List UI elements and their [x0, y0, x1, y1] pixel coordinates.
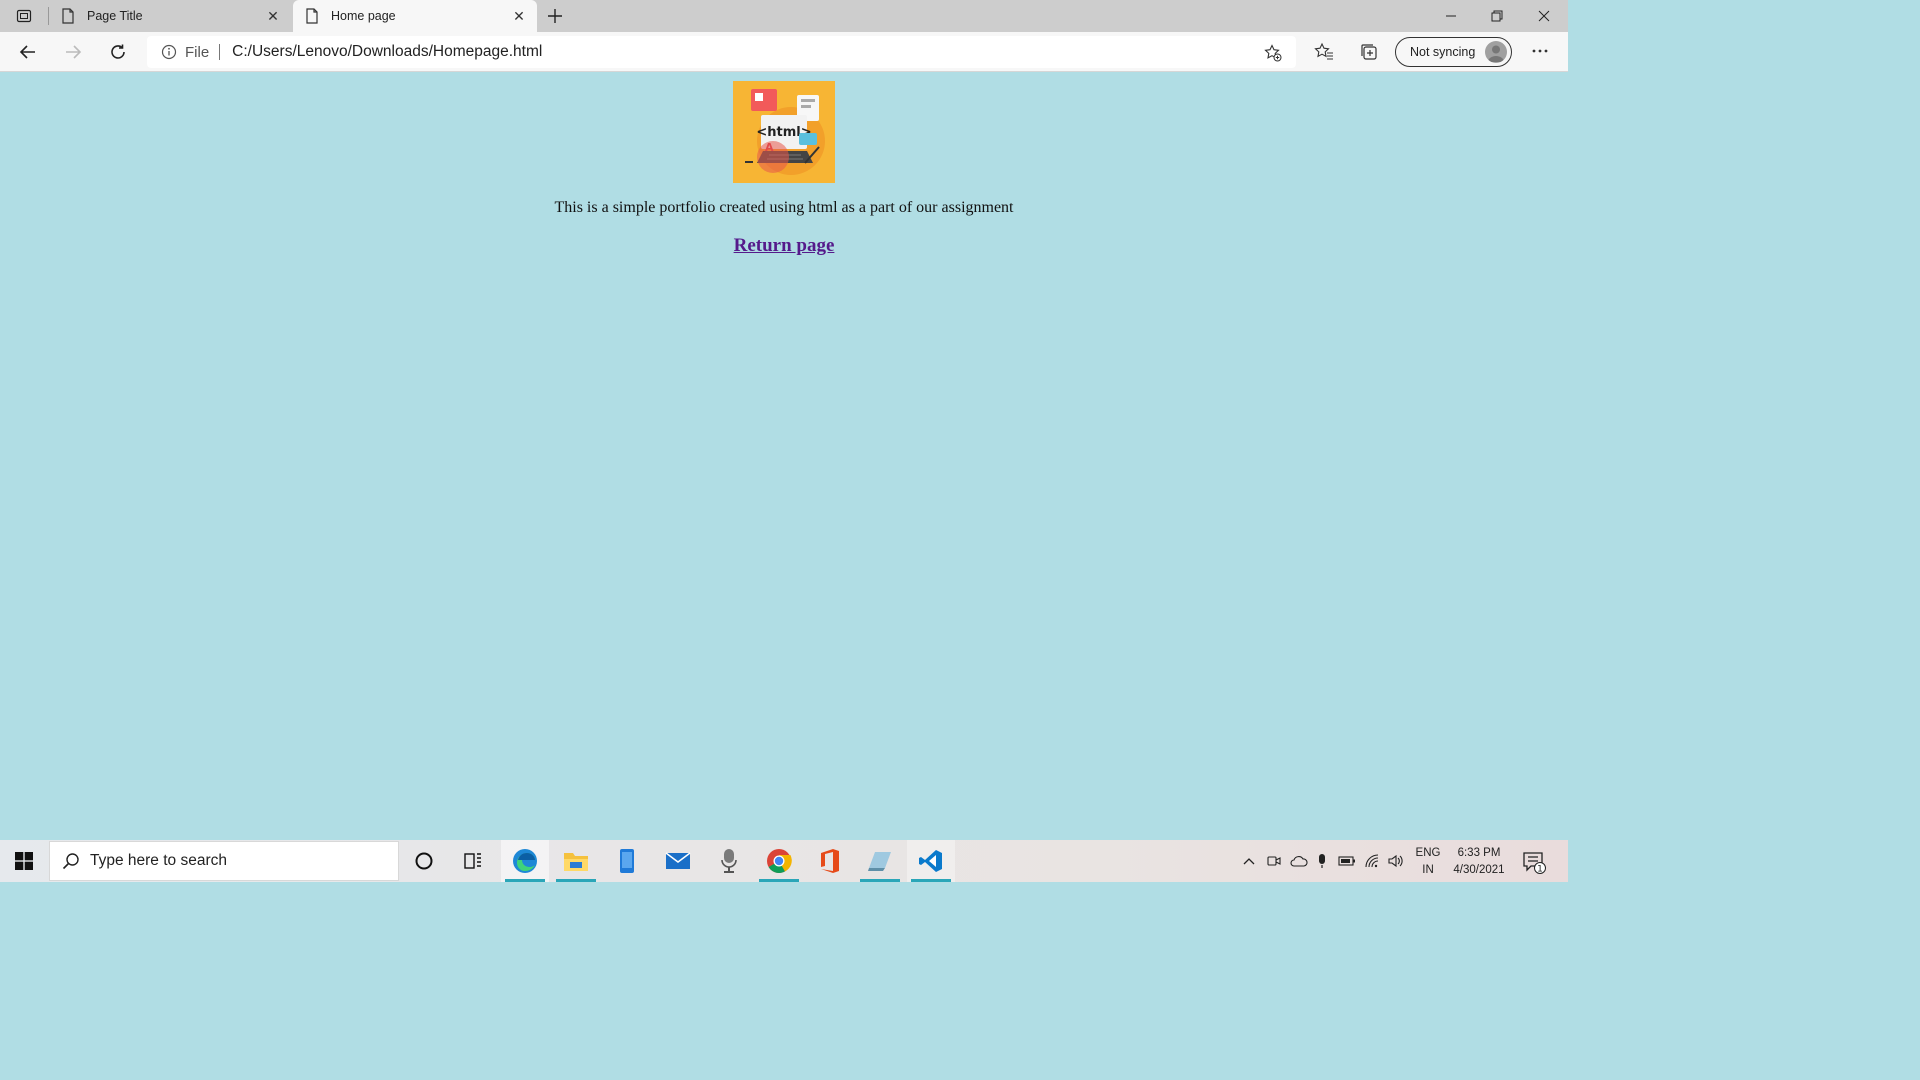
url-text[interactable]: C:/Users/Lenovo/Downloads/Homepage.html — [232, 43, 542, 61]
clock-time: 6:33 PM — [1457, 847, 1501, 859]
refresh-icon[interactable] — [104, 38, 132, 66]
browser-toolbar: File C:/Users/Lenovo/Downloads/Homepage.… — [0, 32, 1568, 72]
page-icon — [61, 8, 77, 24]
close-icon[interactable]: ✕ — [507, 4, 531, 28]
close-window-icon[interactable] — [1521, 0, 1567, 32]
vscode-icon[interactable] — [907, 840, 955, 882]
battery-icon[interactable] — [1336, 840, 1358, 882]
active-app-indicator — [759, 879, 799, 882]
avatar — [1485, 41, 1507, 63]
chevron-up-icon[interactable] — [1240, 840, 1258, 882]
active-app-indicator — [556, 879, 596, 882]
new-tab-plus-icon[interactable] — [543, 4, 567, 28]
input-language-indicator[interactable]: ENG IN — [1414, 845, 1442, 879]
tab-label: Page Title — [87, 9, 143, 23]
forward-arrow-icon[interactable] — [59, 38, 87, 66]
page-icon — [305, 8, 321, 24]
task-view-icon[interactable] — [449, 840, 497, 882]
active-app-indicator — [911, 879, 951, 882]
file-explorer-icon[interactable] — [552, 840, 600, 882]
taskbar-clock[interactable]: 6:33 PM 4/30/2021 — [1446, 845, 1512, 879]
back-arrow-icon[interactable] — [14, 38, 42, 66]
meet-now-icon[interactable] — [1264, 840, 1284, 882]
active-app-indicator — [505, 879, 545, 882]
tab-page-title[interactable]: Page Title ✕ — [49, 0, 291, 32]
url-scheme-label: File — [185, 43, 210, 61]
return-link-container: Return page — [0, 235, 1568, 257]
sketch-app-icon[interactable] — [856, 840, 904, 882]
wifi-icon[interactable] — [1362, 840, 1382, 882]
notification-count: 1 — [1537, 865, 1543, 875]
taskbar-search-box[interactable]: Type here to search — [49, 841, 399, 881]
region-code: IN — [1422, 864, 1434, 876]
close-icon[interactable]: ✕ — [261, 4, 285, 28]
collections-icon[interactable] — [1359, 42, 1379, 62]
address-divider — [219, 44, 221, 60]
favorites-icon[interactable] — [1314, 42, 1334, 62]
add-favorite-icon[interactable] — [1264, 44, 1282, 62]
clock-date: 4/30/2021 — [1453, 864, 1505, 876]
info-icon[interactable] — [161, 44, 177, 60]
tab-actions-menu-icon[interactable] — [8, 4, 40, 28]
profile-sync-button[interactable]: Not syncing — [1395, 37, 1512, 67]
return-page-link[interactable]: Return page — [734, 235, 835, 256]
notification-center-icon[interactable]: 1 — [1522, 850, 1546, 875]
active-app-indicator — [860, 879, 900, 882]
address-bar[interactable]: File C:/Users/Lenovo/Downloads/Homepage.… — [147, 36, 1296, 68]
cortana-icon[interactable] — [400, 840, 448, 882]
edge-icon[interactable] — [501, 840, 549, 882]
office-icon[interactable] — [806, 840, 854, 882]
phone-icon[interactable] — [603, 840, 651, 882]
language-code: ENG — [1415, 847, 1441, 859]
portfolio-description: This is a simple portfolio created using… — [554, 199, 1014, 216]
minimize-icon[interactable] — [1428, 0, 1474, 32]
volume-icon[interactable] — [1386, 840, 1406, 882]
tab-label: Home page — [331, 9, 396, 23]
restore-icon[interactable] — [1474, 0, 1520, 32]
mail-icon[interactable] — [654, 840, 702, 882]
search-placeholder: Type here to search — [90, 852, 227, 869]
svg-text:A: A — [765, 141, 774, 154]
page-content: <html> A This is a simple portfolio crea… — [0, 72, 1568, 840]
chrome-icon[interactable] — [755, 840, 803, 882]
windows-taskbar: Type here to search ENG IN 6:33 PM 4/30/… — [0, 840, 1568, 882]
sync-status-label: Not syncing — [1410, 45, 1476, 59]
tab-home-page[interactable]: Home page ✕ — [293, 0, 537, 32]
more-options-icon[interactable] — [1529, 40, 1551, 62]
html-illustration-image: <html> A — [733, 81, 835, 183]
search-icon — [62, 852, 80, 870]
microphone-icon[interactable] — [1314, 840, 1330, 882]
microphone-app-icon[interactable] — [705, 840, 753, 882]
windows-start-icon[interactable] — [0, 840, 48, 882]
onedrive-cloud-icon[interactable] — [1288, 840, 1310, 882]
tab-bar: Page Title ✕ Home page ✕ — [0, 0, 1568, 32]
